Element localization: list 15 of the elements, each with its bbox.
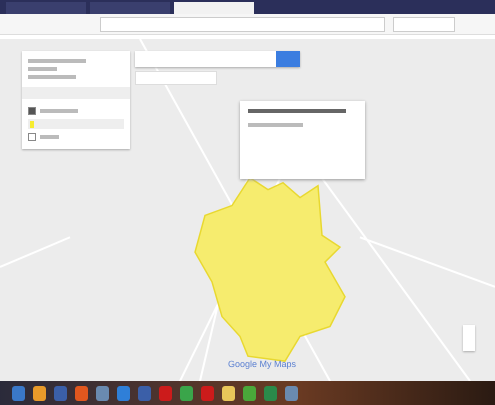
layer-checkbox[interactable] [28,107,36,115]
map-search-field[interactable] [135,51,300,67]
taskbar-app-icon[interactable] [222,386,235,400]
taskbar-app-icon[interactable] [243,386,256,400]
taskbar-app-icon[interactable] [33,386,46,400]
taskbar-app-icon[interactable] [285,386,298,400]
taskbar-app-icon[interactable] [180,386,193,400]
taskbar-app-icon[interactable] [12,386,25,400]
url-field[interactable] [100,16,385,32]
taskbar-app-icon[interactable] [96,386,109,400]
map-branding: Google My Maps [228,359,296,369]
taskbar-app-icon[interactable] [117,386,130,400]
taskbar-app-icon[interactable] [75,386,88,400]
base-map-checkbox[interactable] [28,133,36,141]
browser-search-field[interactable] [393,16,455,32]
